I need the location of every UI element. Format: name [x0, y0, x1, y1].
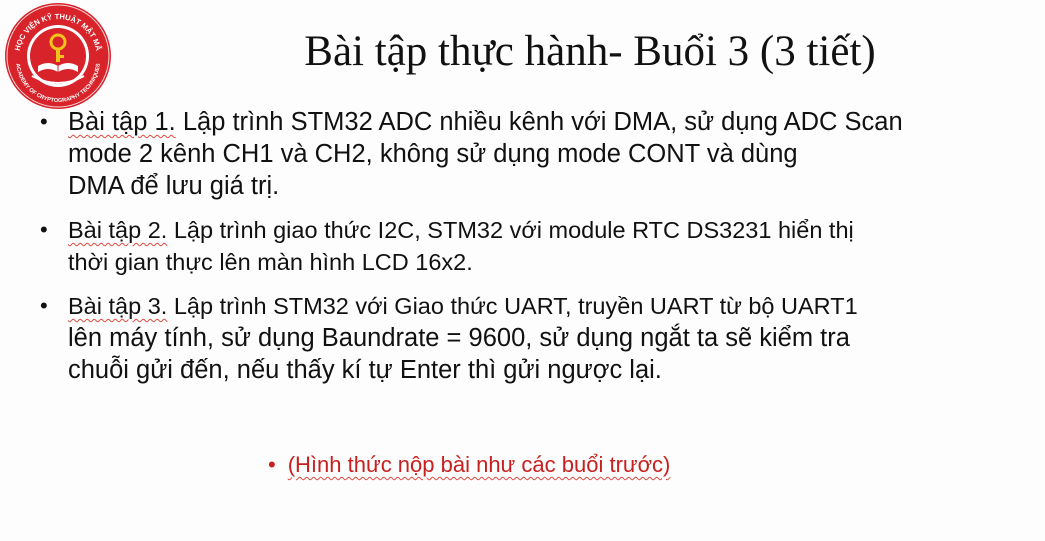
slide: HỌC VIỆN KỸ THUẬT MẬT MÃ ACADEMY OF CRYP… — [0, 0, 1045, 541]
bullet-list: • Bài tập 1. Lập trình STM32 ADC nhiều k… — [38, 106, 1028, 386]
exercise-3-label: Bài tập 3. — [68, 293, 168, 319]
bullet-1-line-3: DMA để lưu giá trị. — [68, 172, 280, 200]
bullet-dot-icon: • — [40, 217, 48, 242]
bullet-item-1: • Bài tập 1. Lập trình STM32 ADC nhiều k… — [38, 106, 1028, 202]
bullet-2-line-1: Bài tập 2. Lập trình giao thức I2C, STM3… — [68, 214, 1028, 246]
exercise-2-text: Lập trình giao thức I2C, STM32 với modul… — [167, 217, 854, 243]
bullet-dot-icon: • — [40, 109, 48, 134]
academy-logo: HỌC VIỆN KỸ THUẬT MẬT MÃ ACADEMY OF CRYP… — [2, 2, 114, 110]
bullet-item-2: • Bài tập 2. Lập trình giao thức I2C, ST… — [38, 214, 1028, 278]
bullet-3-line-3: chuỗi gửi đến, nếu thấy kí tự Enter thì … — [68, 356, 662, 384]
exercise-3-text: Lập trình STM32 với Giao thức UART, truy… — [167, 293, 858, 319]
bullet-2-line-2: thời gian thực lên màn hình LCD 16x2. — [68, 249, 473, 275]
bullet-3-line-1: Bài tập 3. Lập trình STM32 với Giao thức… — [68, 290, 1028, 322]
submission-note: • (Hình thức nộp bài như các buổi trước) — [268, 452, 670, 478]
bullet-3-line-2: lên máy tính, sử dụng Baundrate = 9600, … — [68, 324, 850, 352]
submission-note-text: (Hình thức nộp bài như các buổi trước) — [287, 452, 671, 477]
academy-seal-icon: HỌC VIỆN KỸ THUẬT MẬT MÃ ACADEMY OF CRYP… — [5, 3, 111, 109]
slide-title: Bài tập thực hành- Buổi 3 (3 tiết) — [304, 28, 876, 75]
exercise-1-text: Lập trình STM32 ADC nhiều kênh với DMA, … — [175, 108, 903, 136]
bullet-1-line-2: mode 2 kênh CH1 và CH2, không sử dụng mo… — [68, 140, 798, 168]
bullet-dot-icon: • — [40, 293, 48, 318]
bullet-1-line-1: Bài tập 1. Lập trình STM32 ADC nhiều kên… — [68, 106, 1028, 138]
exercise-1-label: Bài tập 1. — [68, 108, 176, 136]
bullet-item-3: • Bài tập 3. Lập trình STM32 với Giao th… — [38, 290, 1028, 386]
note-bullet-icon: • — [268, 452, 276, 477]
exercise-2-label: Bài tập 2. — [68, 217, 168, 243]
